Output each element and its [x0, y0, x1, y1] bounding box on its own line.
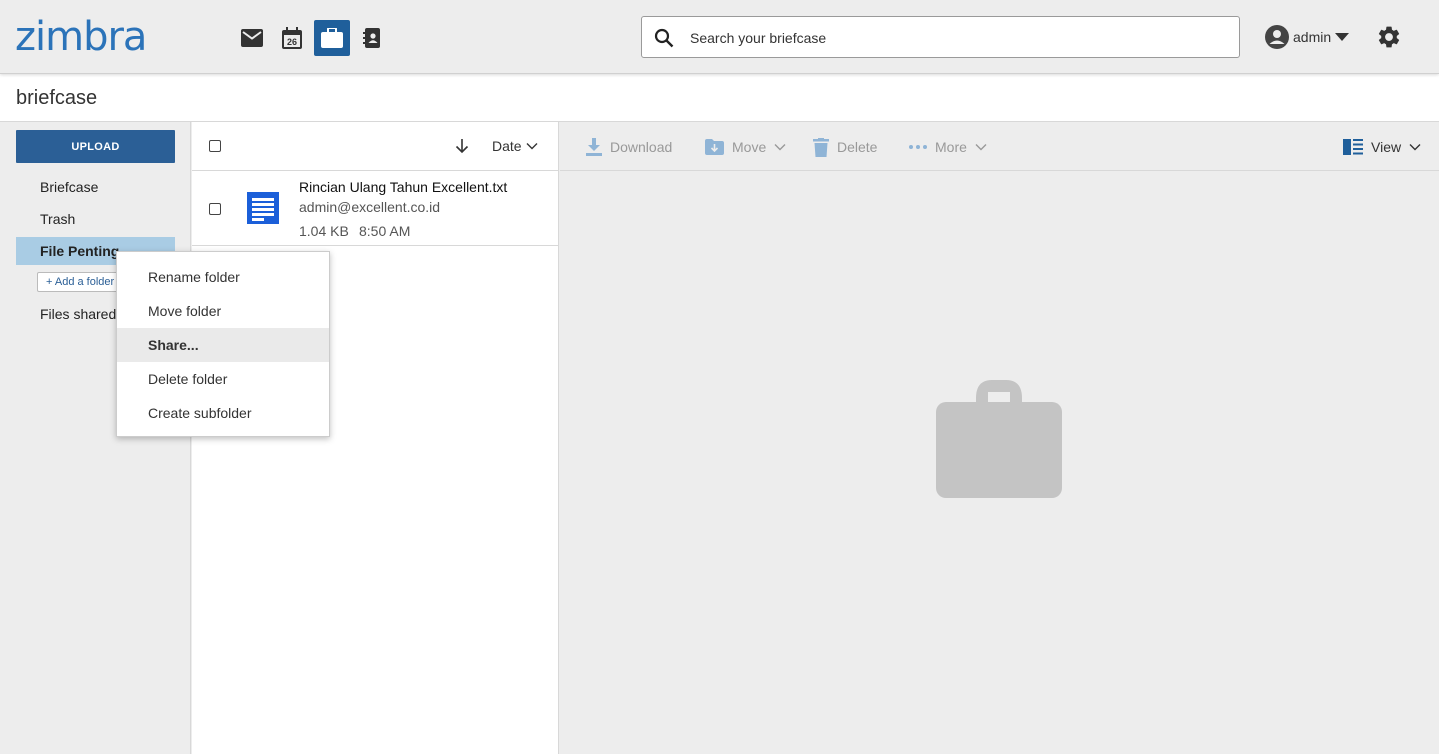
- contacts-app-button[interactable]: [354, 20, 390, 56]
- trash-icon: [813, 137, 829, 157]
- toolbar: Download Move Delete More View: [560, 122, 1439, 171]
- move-button[interactable]: Move: [705, 136, 786, 158]
- search-icon: [654, 28, 674, 48]
- search-box[interactable]: [641, 16, 1240, 58]
- page-title: briefcase: [16, 87, 98, 109]
- top-bar: zimbra 26 Search your briefcase admin: [0, 0, 1439, 74]
- menu-item-move-folder[interactable]: Move folder: [117, 294, 329, 328]
- sort-direction-icon[interactable]: [455, 138, 469, 154]
- sidebar: UPLOAD Briefcase Trash File Penting + Ad…: [0, 122, 191, 754]
- sort-by-date-button[interactable]: Date: [492, 138, 538, 154]
- reading-pane-icon: [1343, 139, 1363, 155]
- username: admin: [1293, 29, 1332, 45]
- file-owner: admin@excellent.co.id: [299, 199, 441, 215]
- sidebar-item-briefcase[interactable]: Briefcase: [16, 173, 175, 201]
- select-all-checkbox[interactable]: [209, 140, 221, 152]
- mail-app-button[interactable]: [234, 20, 270, 56]
- table-row[interactable]: Rincian Ulang Tahun Excellent.txt admin@…: [192, 171, 559, 246]
- more-label: More: [935, 139, 967, 155]
- briefcase-icon: [321, 28, 343, 48]
- download-label: Download: [610, 139, 673, 155]
- folder-context-menu: Rename folder Move folder Share... Delet…: [116, 251, 330, 437]
- search-input[interactable]: [690, 25, 1220, 51]
- chevron-down-icon: [774, 144, 786, 151]
- download-icon: [586, 138, 602, 156]
- calendar-app-button[interactable]: 26: [274, 20, 310, 56]
- text-file-icon: [247, 192, 279, 224]
- calendar-day: 26: [287, 37, 297, 47]
- chevron-down-icon: [975, 144, 987, 151]
- add-folder-button[interactable]: + Add a folder: [37, 272, 127, 292]
- page-title-bar: briefcase: [0, 74, 1439, 122]
- list-header: Date: [192, 122, 559, 171]
- download-button[interactable]: Download: [586, 136, 672, 158]
- contacts-icon: [363, 28, 380, 48]
- file-size: 1.04 KB: [299, 223, 349, 239]
- delete-button[interactable]: Delete: [813, 136, 877, 158]
- empty-briefcase-icon: [936, 380, 1062, 498]
- file-list-pane: Date Rincian Ulang Tahun Excellent.txt a…: [192, 122, 559, 754]
- move-folder-icon: [705, 139, 724, 155]
- settings-gear-icon[interactable]: [1376, 24, 1402, 50]
- sidebar-item-trash[interactable]: Trash: [16, 205, 175, 233]
- menu-item-rename-folder[interactable]: Rename folder: [117, 260, 329, 294]
- more-button[interactable]: More: [909, 136, 987, 158]
- menu-item-delete-folder[interactable]: Delete folder: [117, 362, 329, 396]
- zimbra-logo[interactable]: zimbra: [15, 14, 147, 60]
- preview-pane: Download Move Delete More View: [560, 122, 1439, 754]
- menu-item-share[interactable]: Share...: [117, 328, 329, 362]
- menu-item-create-subfolder[interactable]: Create subfolder: [117, 396, 329, 430]
- file-time: 8:50 AM: [359, 223, 411, 239]
- move-label: Move: [732, 139, 767, 155]
- chevron-down-icon: [526, 143, 538, 150]
- avatar-icon: [1265, 25, 1289, 49]
- delete-label: Delete: [837, 139, 878, 155]
- upload-button[interactable]: UPLOAD: [16, 130, 175, 163]
- user-menu[interactable]: admin: [1265, 24, 1350, 50]
- view-button[interactable]: View: [1343, 136, 1421, 158]
- more-dots-icon: [909, 145, 927, 149]
- view-label: View: [1371, 139, 1402, 155]
- sort-label: Date: [492, 138, 522, 154]
- row-checkbox[interactable]: [209, 203, 221, 215]
- file-name: Rincian Ulang Tahun Excellent.txt: [299, 179, 508, 195]
- briefcase-app-button[interactable]: [314, 20, 350, 56]
- caret-down-icon: [1335, 33, 1350, 41]
- mail-icon: [241, 29, 263, 47]
- calendar-icon: 26: [282, 27, 302, 49]
- chevron-down-icon: [1409, 144, 1421, 151]
